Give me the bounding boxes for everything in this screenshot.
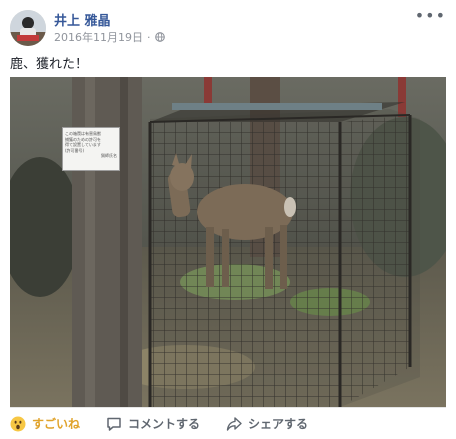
share-arrow-icon [226, 416, 242, 431]
reaction-label: すごいね [32, 417, 81, 431]
trap-notice-sign: この箱罠は有害鳥獣 捕獲のための許可を 得て設置しています (許可番号) 猟師氏… [62, 127, 120, 171]
comment-icon [107, 417, 121, 431]
share-label: シェアする [248, 417, 309, 431]
action-divider [10, 407, 446, 408]
more-horizontal-icon[interactable]: ••• [415, 8, 446, 24]
facebook-post: 井上 雅晶 2016年11月19日 · ••• 鹿、獲れた！ この箱罠は有害鳥獣… [0, 0, 456, 439]
wow-emoji-icon [10, 416, 26, 431]
post-actions: すごいね コメントする シェアする [10, 410, 446, 437]
reaction-button[interactable]: すごいね [10, 415, 80, 432]
avatar-image [10, 10, 46, 46]
globe-icon[interactable] [154, 32, 165, 42]
post-meta: 2016年11月19日 · [54, 29, 165, 45]
share-button[interactable]: シェアする [226, 415, 308, 432]
avatar[interactable] [10, 10, 46, 46]
post-date[interactable]: 2016年11月19日 [54, 29, 143, 45]
comment-button[interactable]: コメントする [106, 415, 200, 432]
post-photo[interactable]: この箱罠は有害鳥獣 捕獲のための許可を 得て設置しています (許可番号) 猟師氏… [10, 77, 446, 407]
sign-line: 猟師氏名 [101, 153, 117, 158]
comment-label: コメントする [128, 417, 201, 431]
post-message: 鹿、獲れた！ [10, 57, 89, 72]
meta-separator: · [147, 30, 151, 44]
author-name[interactable]: 井上 雅晶 [54, 10, 111, 29]
